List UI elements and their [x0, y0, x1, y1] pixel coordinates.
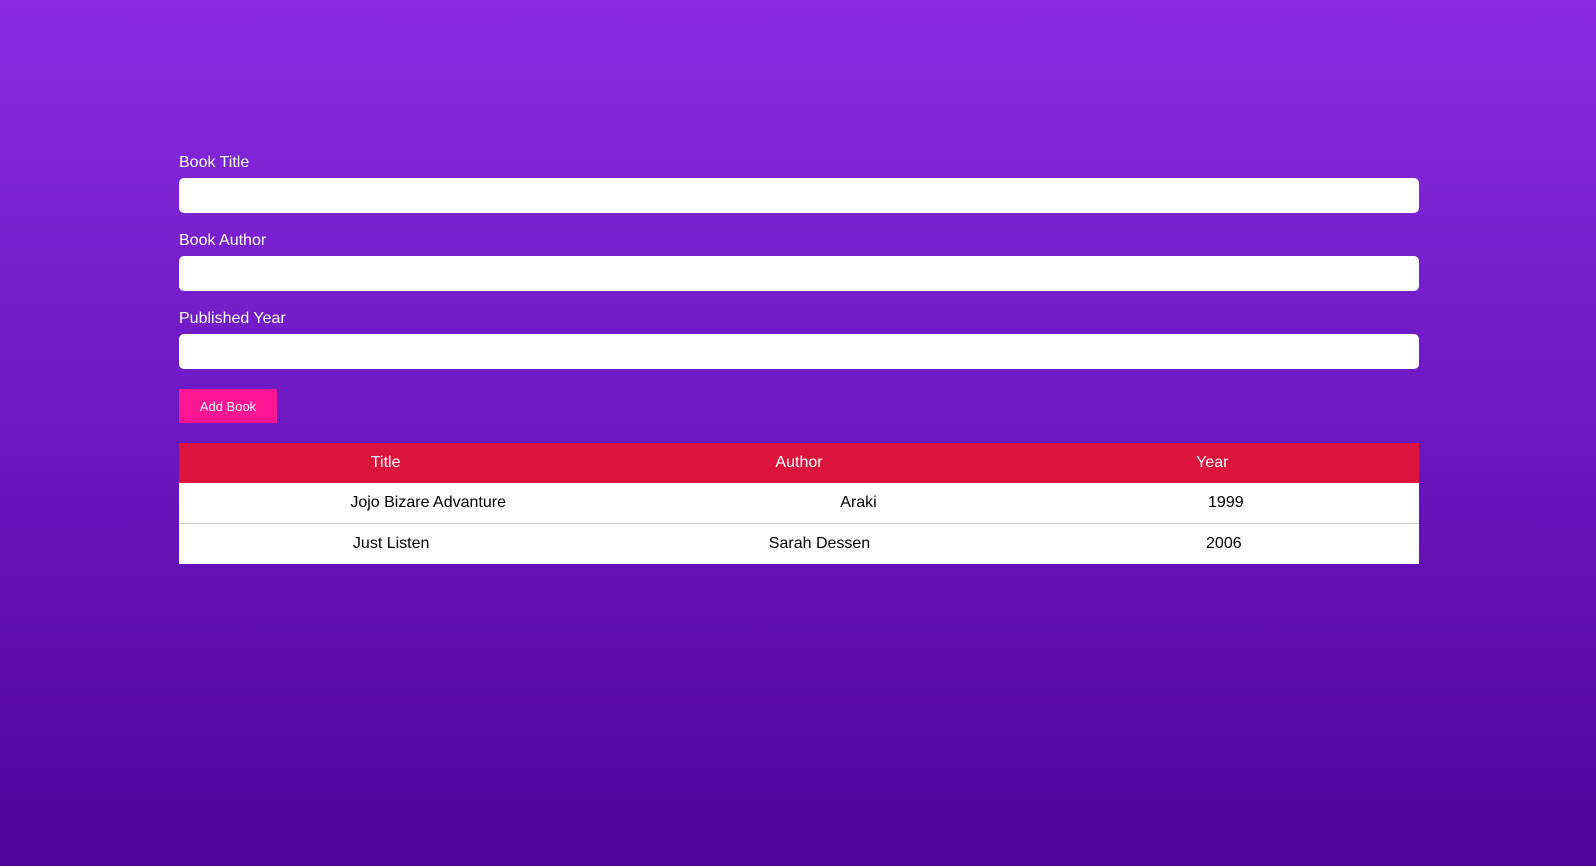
book-title-input[interactable]: [179, 178, 1419, 213]
cell-title: Jojo Bizare Advanture: [179, 483, 593, 524]
table-row: Jojo Bizare Advanture Araki 1999: [179, 483, 1419, 524]
cell-author: Sarah Dessen: [592, 523, 1006, 564]
header-year: Year: [1005, 443, 1419, 483]
book-author-input[interactable]: [179, 256, 1419, 291]
cell-title: Just Listen: [179, 523, 593, 564]
header-title: Title: [179, 443, 593, 483]
cell-year: 2006: [1005, 523, 1419, 564]
table-row: Just Listen Sarah Dessen 2006: [179, 523, 1419, 564]
published-year-label: Published Year: [179, 310, 286, 327]
table-header-row: Title Author Year: [179, 443, 1419, 483]
book-author-label: Book Author: [179, 232, 267, 249]
add-book-button[interactable]: Add Book: [179, 389, 277, 423]
books-table: Title Author Year Jojo Bizare Advanture …: [179, 443, 1419, 564]
book-title-label: Book Title: [179, 154, 250, 171]
cell-year: 1999: [1005, 483, 1419, 524]
header-author: Author: [592, 443, 1006, 483]
cell-author: Araki: [592, 483, 1006, 524]
book-form-container: Book Title Book Author Published Year Ad…: [179, 152, 1419, 564]
published-year-input[interactable]: [179, 334, 1419, 369]
